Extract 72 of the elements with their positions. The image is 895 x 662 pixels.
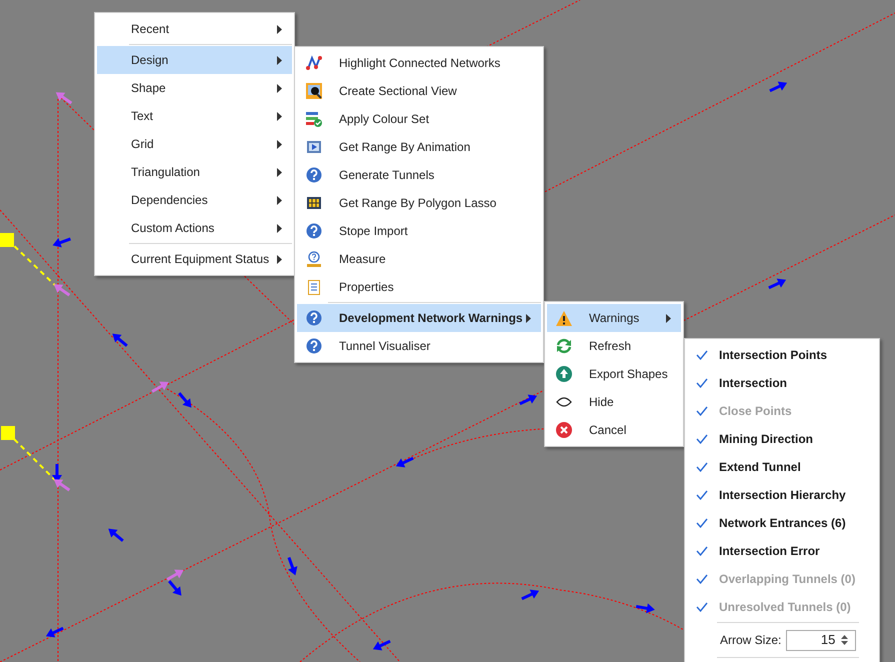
menu-item[interactable]: Intersection Points bbox=[685, 341, 879, 369]
square-marker bbox=[0, 233, 14, 247]
direction-arrow bbox=[769, 82, 788, 92]
menu-item[interactable]: Intersection Error bbox=[685, 537, 879, 565]
direction-arrow bbox=[521, 590, 540, 600]
menu-item[interactable]: Development Network Warnings bbox=[297, 304, 541, 332]
direction-arrow bbox=[46, 626, 64, 638]
grid-frame-icon bbox=[306, 195, 322, 211]
close-icon bbox=[556, 422, 572, 438]
direction-arrow bbox=[372, 640, 391, 650]
menu-item[interactable]: Warnings bbox=[547, 304, 681, 332]
direction-arrow bbox=[396, 456, 414, 468]
menu-item[interactable]: Tunnel Visualiser bbox=[297, 332, 541, 360]
network-nodes-icon bbox=[306, 55, 322, 71]
menu-item[interactable]: Refresh bbox=[547, 332, 681, 360]
menu-item[interactable]: Grid bbox=[97, 130, 292, 158]
menu-item[interactable]: Shape bbox=[97, 74, 292, 102]
spinner-arrows-icon[interactable] bbox=[841, 634, 848, 646]
menu-item[interactable]: Recent bbox=[97, 15, 292, 43]
measure-icon bbox=[306, 251, 322, 267]
direction-arrow bbox=[166, 570, 184, 581]
menu-item[interactable]: Text bbox=[97, 102, 292, 130]
upload-icon bbox=[556, 366, 572, 382]
menu-item[interactable]: Intersection Hierarchy bbox=[685, 481, 879, 509]
menu-item[interactable]: Current Equipment Status bbox=[97, 245, 292, 273]
menu-item[interactable]: Generate Tunnels bbox=[297, 161, 541, 189]
menu-item[interactable]: Measure bbox=[297, 245, 541, 273]
direction-arrow bbox=[108, 528, 124, 542]
arrow-size-spinner[interactable]: 15 bbox=[786, 630, 856, 650]
menu-item[interactable]: Mining Direction bbox=[685, 425, 879, 453]
eye-icon bbox=[556, 397, 572, 407]
square-marker bbox=[1, 426, 15, 440]
menu-item[interactable]: Create Sectional View bbox=[297, 77, 541, 105]
colour-set-icon bbox=[306, 111, 322, 127]
menu-item[interactable]: Stope Import bbox=[297, 217, 541, 245]
direction-arrow bbox=[54, 284, 70, 296]
direction-arrow bbox=[56, 92, 72, 104]
menu-item[interactable]: Get Range By Animation bbox=[297, 133, 541, 161]
arrow-size-label: Arrow Size: bbox=[720, 632, 782, 649]
properties-icon bbox=[306, 279, 322, 295]
section-view-icon bbox=[306, 83, 322, 99]
help-icon bbox=[306, 310, 322, 326]
help-icon bbox=[306, 338, 322, 354]
menu-item[interactable]: Triangulation bbox=[97, 158, 292, 186]
direction-arrow bbox=[112, 334, 128, 347]
menu-item[interactable]: Hide bbox=[547, 388, 681, 416]
menu-item[interactable]: Export Shapes bbox=[547, 360, 681, 388]
menu-item[interactable]: Apply Colour Set bbox=[297, 105, 541, 133]
menu-item[interactable]: Extend Tunnel bbox=[685, 453, 879, 481]
menu-item[interactable]: Network Entrances (6) bbox=[685, 509, 879, 537]
direction-arrow bbox=[288, 557, 298, 576]
direction-arrow bbox=[519, 394, 538, 406]
direction-arrow bbox=[178, 392, 192, 408]
refresh-icon bbox=[556, 338, 572, 354]
menu-item[interactable]: Dependencies bbox=[97, 186, 292, 214]
direction-arrow bbox=[168, 580, 182, 596]
direction-arrow bbox=[636, 603, 655, 614]
menu-item[interactable]: Highlight Connected Networks bbox=[297, 49, 541, 77]
direction-arrow bbox=[768, 278, 786, 290]
warning-icon bbox=[556, 310, 572, 326]
film-frame-icon bbox=[306, 139, 322, 155]
direction-arrow bbox=[52, 238, 71, 248]
menu-item[interactable]: Intersection bbox=[685, 369, 879, 397]
direction-arrow bbox=[151, 382, 169, 393]
arrow-size-input[interactable]: 15 bbox=[787, 630, 842, 650]
menu-item[interactable]: Custom Actions bbox=[97, 214, 292, 242]
menu-item[interactable]: Get Range By Polygon Lasso bbox=[297, 189, 541, 217]
menu-item[interactable]: Cancel bbox=[547, 416, 681, 444]
help-icon bbox=[306, 223, 322, 239]
menu-item[interactable]: Properties bbox=[297, 273, 541, 301]
help-icon bbox=[306, 167, 322, 183]
menu-item[interactable]: Design bbox=[97, 46, 292, 74]
